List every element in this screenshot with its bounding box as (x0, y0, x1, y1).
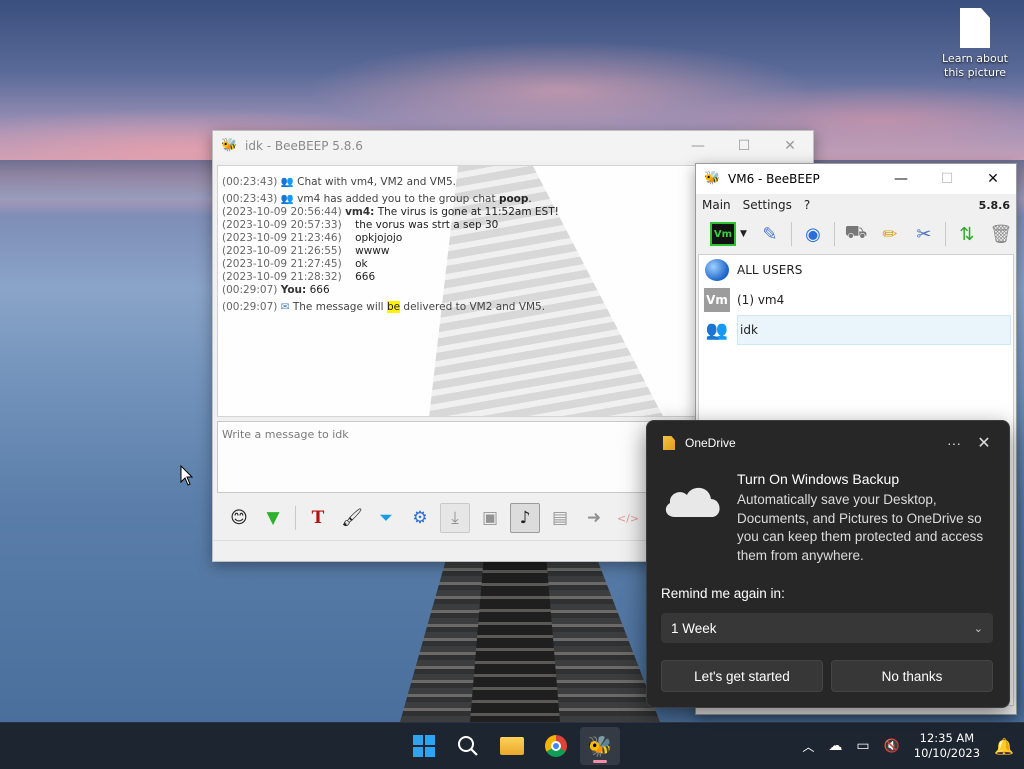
group-icon: 👥 (705, 319, 729, 341)
taskbar: 🐝 ︿ ☁ ▭ 🔇 12:35 AM 10/10/2023 🔔 (0, 722, 1024, 769)
toolbar-separator (833, 222, 835, 246)
main-window-titlebar[interactable]: 🐝 VM6 - BeeBEEP — ☐ ✕ (696, 164, 1016, 194)
chrome-icon (545, 735, 567, 757)
group-icon: 👥 (280, 176, 294, 188)
chevron-down-icon: ⌄ (973, 622, 983, 635)
settings-gear-button[interactable]: ⚙ (406, 504, 434, 532)
document-button[interactable]: ▤ (546, 504, 574, 532)
clock-date: 10/10/2023 (913, 746, 981, 760)
remind-label: Remind me again in: (661, 586, 785, 601)
filter-button[interactable]: ⏷ (372, 504, 400, 532)
group-icon: 👥 (280, 193, 294, 205)
version-label: 5.8.6 (978, 198, 1010, 212)
beebeep-taskbar-button[interactable]: 🐝 (580, 727, 620, 765)
clock-time: 12:35 AM (919, 731, 975, 745)
main-window-title: VM6 - BeeBEEP (728, 172, 820, 186)
get-started-button[interactable]: Let's get started (661, 660, 823, 692)
onedrive-notification: OneDrive ··· ✕ Turn On Windows Backup Au… (646, 420, 1010, 708)
chrome-button[interactable] (536, 727, 576, 765)
notification-app-name: OneDrive (685, 436, 736, 450)
music-note-button[interactable]: ♪ (510, 503, 540, 533)
toolbar-separator (944, 222, 946, 246)
edit-profile-button[interactable]: ✎ (755, 219, 785, 249)
user-row-idk[interactable]: 👥 idk (699, 315, 1013, 345)
menu-settings[interactable]: Settings (743, 198, 792, 212)
transfer-button[interactable]: ⇅ (952, 219, 982, 249)
voice-button[interactable]: ▣ (476, 504, 504, 532)
beebeep-logo-icon: 🐝 (221, 138, 238, 153)
network-button[interactable]: ◉ (798, 219, 828, 249)
menu-help[interactable]: ? (804, 198, 810, 212)
vm-avatar: Vm (704, 288, 730, 312)
user-label: ALL USERS (737, 263, 803, 277)
send-button[interactable]: ▼ (259, 504, 287, 532)
user-row-all-users[interactable]: ALL USERS (699, 255, 1013, 285)
start-button[interactable] (404, 727, 444, 765)
menu-main[interactable]: Main (702, 198, 731, 212)
close-button[interactable]: ✕ (970, 164, 1016, 194)
minimize-button[interactable]: — (878, 164, 924, 194)
user-row-vm4[interactable]: Vm (1) vm4 (699, 285, 1013, 315)
minimize-button[interactable]: — (675, 131, 721, 161)
status-badge[interactable]: Vm (710, 222, 736, 246)
beebeep-logo-icon: 🐝 (704, 171, 721, 186)
maximize-button[interactable]: ☐ (924, 164, 970, 194)
vm-avatar-icon: Vm (703, 288, 731, 312)
more-options-button[interactable]: ··· (939, 435, 969, 451)
tools-button[interactable]: ✂ (909, 219, 939, 249)
desktop-icon-label: Learn about this picture (942, 52, 1008, 79)
broadcast-button[interactable]: ⛟ (841, 219, 871, 249)
forward-button[interactable]: ➜ (580, 504, 608, 532)
chat-window-title: idk - BeeBEEP 5.8.6 (245, 139, 363, 153)
chevron-up-icon[interactable]: ︿ (802, 738, 814, 755)
cloud-icon (665, 487, 720, 517)
html-code-button[interactable]: </> (614, 504, 642, 532)
main-toolbar: Vm ▼ ✎ ◉ ⛟ ✏ ✂ ⇅ 🗑 (696, 216, 1016, 252)
font-button[interactable]: T (304, 504, 332, 532)
volume-muted-icon[interactable]: 🔇 (884, 739, 900, 754)
toolbar-separator (295, 506, 296, 530)
remind-select[interactable]: 1 Week ⌄ (661, 613, 993, 643)
globe-users-icon (703, 258, 731, 282)
chat-window-titlebar[interactable]: 🐝 idk - BeeBEEP 5.8.6 — ☐ ✕ (213, 131, 813, 161)
toolbar-separator (790, 222, 792, 246)
file-icon (960, 8, 990, 48)
trash-button[interactable]: 🗑 (986, 219, 1016, 249)
taskbar-apps: 🐝 (404, 727, 620, 765)
desktop-icon-learn-about-picture[interactable]: Learn about this picture (940, 8, 1010, 80)
notification-body: Automatically save your Desktop, Documen… (737, 492, 984, 563)
notification-bell-icon[interactable]: 🔔 (994, 737, 1014, 756)
windows-logo-icon (413, 735, 435, 757)
envelope-icon: ✉ (280, 301, 290, 313)
menu-bar: Main Settings ? 5.8.6 (696, 194, 1016, 216)
user-label: idk (737, 315, 1011, 345)
remind-select-value: 1 Week (671, 620, 717, 636)
search-button[interactable] (448, 727, 488, 765)
system-tray: ︿ ☁ ▭ 🔇 12:35 AM 10/10/2023 🔔 (802, 723, 1014, 769)
notification-header: OneDrive ··· ✕ (663, 433, 999, 453)
status-dropdown-arrow-icon[interactable]: ▼ (740, 229, 747, 239)
folder-icon (500, 737, 524, 755)
font-color-button[interactable]: 🖌 (338, 504, 366, 532)
onedrive-tray-icon[interactable]: ☁ (828, 738, 842, 754)
maximize-button[interactable]: ☐ (721, 131, 767, 161)
write-button[interactable]: ✏ (875, 219, 905, 249)
wallpaper-pier-walkway (470, 560, 560, 722)
no-thanks-button[interactable]: No thanks (831, 660, 993, 692)
notification-title: Turn On Windows Backup (737, 471, 900, 487)
emoticon-button[interactable]: 😊 (225, 504, 253, 532)
save-chat-button[interactable]: ⤓ (440, 503, 470, 533)
close-notification-button[interactable]: ✕ (969, 433, 999, 453)
close-button[interactable]: ✕ (767, 131, 813, 161)
onedrive-app-icon (663, 436, 675, 450)
mouse-cursor-icon (180, 465, 194, 486)
file-explorer-button[interactable] (492, 727, 532, 765)
clock[interactable]: 12:35 AM 10/10/2023 (914, 731, 980, 761)
user-label: (1) vm4 (737, 293, 785, 307)
search-icon (458, 736, 478, 756)
network-icon[interactable]: ▭ (856, 738, 869, 754)
beebeep-logo-icon: 🐝 (587, 734, 613, 758)
